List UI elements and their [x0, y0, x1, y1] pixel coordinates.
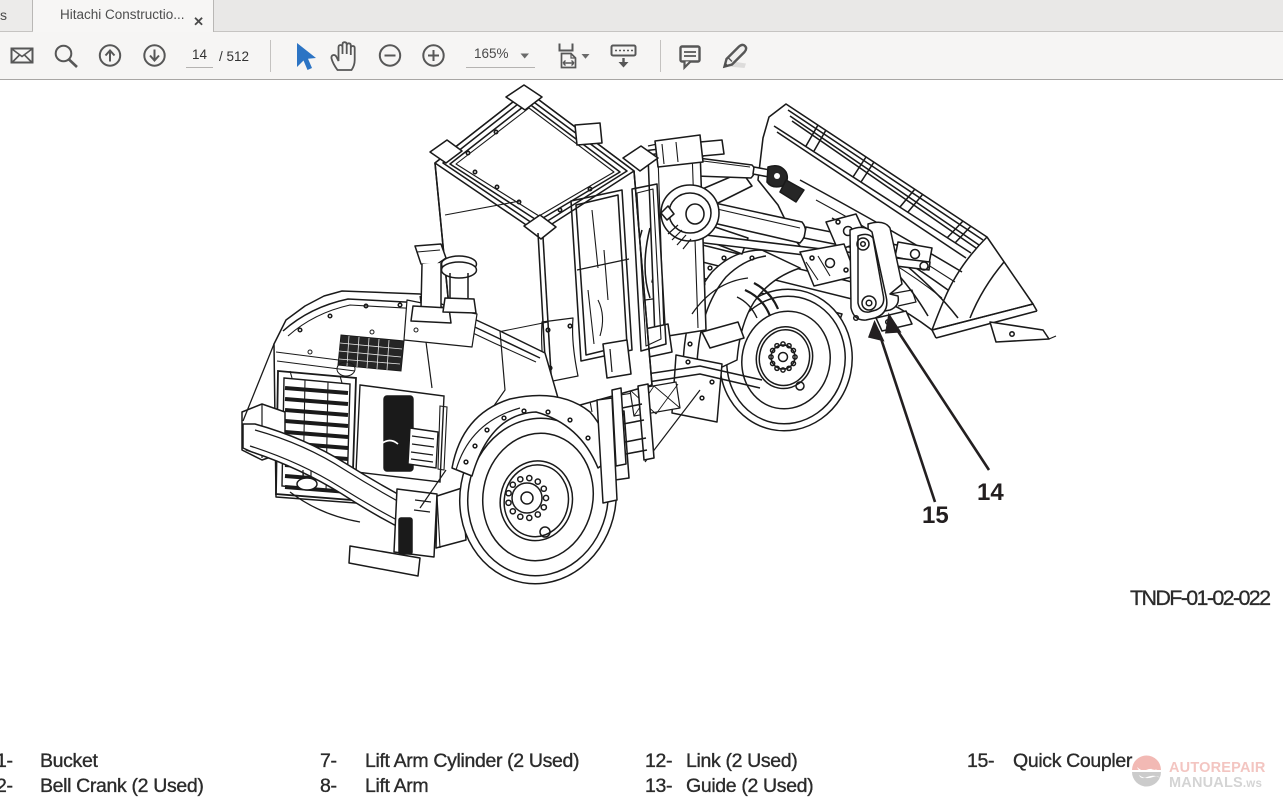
svg-text:MANUALS.ws: MANUALS.ws	[1169, 775, 1262, 791]
svg-text:AUTOREPAIR: AUTOREPAIR	[1169, 760, 1266, 776]
